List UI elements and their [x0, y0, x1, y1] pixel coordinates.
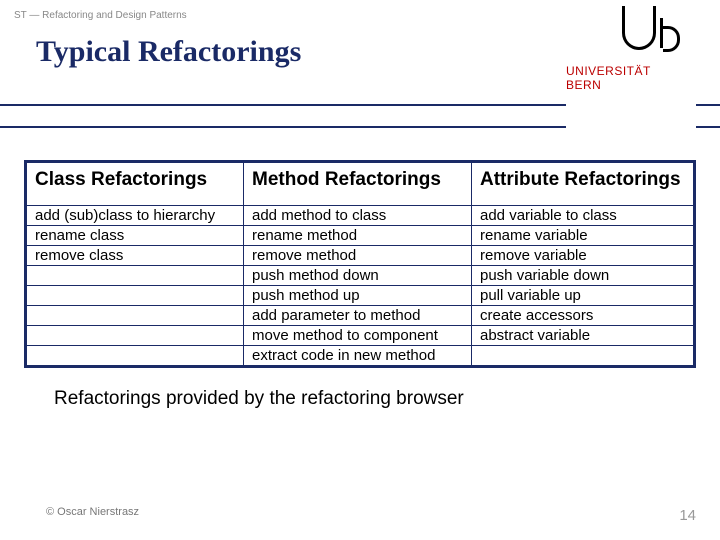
- table-row: push method downpush variable down: [26, 266, 695, 286]
- table-cell: [26, 306, 244, 326]
- table-cell: create accessors: [472, 306, 695, 326]
- logo-line1: UNIVERSITÄT: [566, 64, 696, 78]
- table-caption: Refactorings provided by the refactoring…: [54, 388, 696, 410]
- table-row: extract code in new method: [26, 346, 695, 367]
- table-row: push method uppull variable up: [26, 286, 695, 306]
- table-cell: [472, 346, 695, 367]
- logo-letter-b: [660, 18, 676, 48]
- table-cell: remove variable: [472, 246, 695, 266]
- logo-line2: BERN: [566, 78, 696, 92]
- table-cell: abstract variable: [472, 326, 695, 346]
- page-number: 14: [679, 507, 696, 524]
- refactorings-table: Class Refactorings Method Refactorings A…: [24, 160, 696, 368]
- main-content: Class Refactorings Method Refactorings A…: [24, 160, 696, 410]
- table-cell: add parameter to method: [244, 306, 472, 326]
- table-cell: [26, 326, 244, 346]
- table-cell: push method up: [244, 286, 472, 306]
- table-header: Attribute Refactorings: [472, 162, 695, 206]
- table-cell: [26, 266, 244, 286]
- table-cell: remove class: [26, 246, 244, 266]
- logo-letter-u: [622, 6, 656, 50]
- table-cell: push variable down: [472, 266, 695, 286]
- table-cell: push method down: [244, 266, 472, 286]
- table-cell: [26, 346, 244, 367]
- table-header: Method Refactorings: [244, 162, 472, 206]
- table-cell: rename class: [26, 226, 244, 246]
- table-cell: add variable to class: [472, 206, 695, 226]
- table-cell: pull variable up: [472, 286, 695, 306]
- table-row: add (sub)class to hierarchyadd method to…: [26, 206, 695, 226]
- table-cell: move method to component: [244, 326, 472, 346]
- table-cell: add method to class: [244, 206, 472, 226]
- table-cell: [26, 286, 244, 306]
- table-row: remove classremove methodremove variable: [26, 246, 695, 266]
- table-cell: rename method: [244, 226, 472, 246]
- table-cell: rename variable: [472, 226, 695, 246]
- table-row: move method to componentabstract variabl…: [26, 326, 695, 346]
- table-row: add parameter to methodcreate accessors: [26, 306, 695, 326]
- copyright: © Oscar Nierstrasz: [46, 506, 139, 518]
- table-cell: remove method: [244, 246, 472, 266]
- table-cell: add (sub)class to hierarchy: [26, 206, 244, 226]
- university-logo: UNIVERSITÄT BERN: [566, 0, 696, 128]
- table-header: Class Refactorings: [26, 162, 244, 206]
- table-cell: extract code in new method: [244, 346, 472, 367]
- table-row: rename classrename methodrename variable: [26, 226, 695, 246]
